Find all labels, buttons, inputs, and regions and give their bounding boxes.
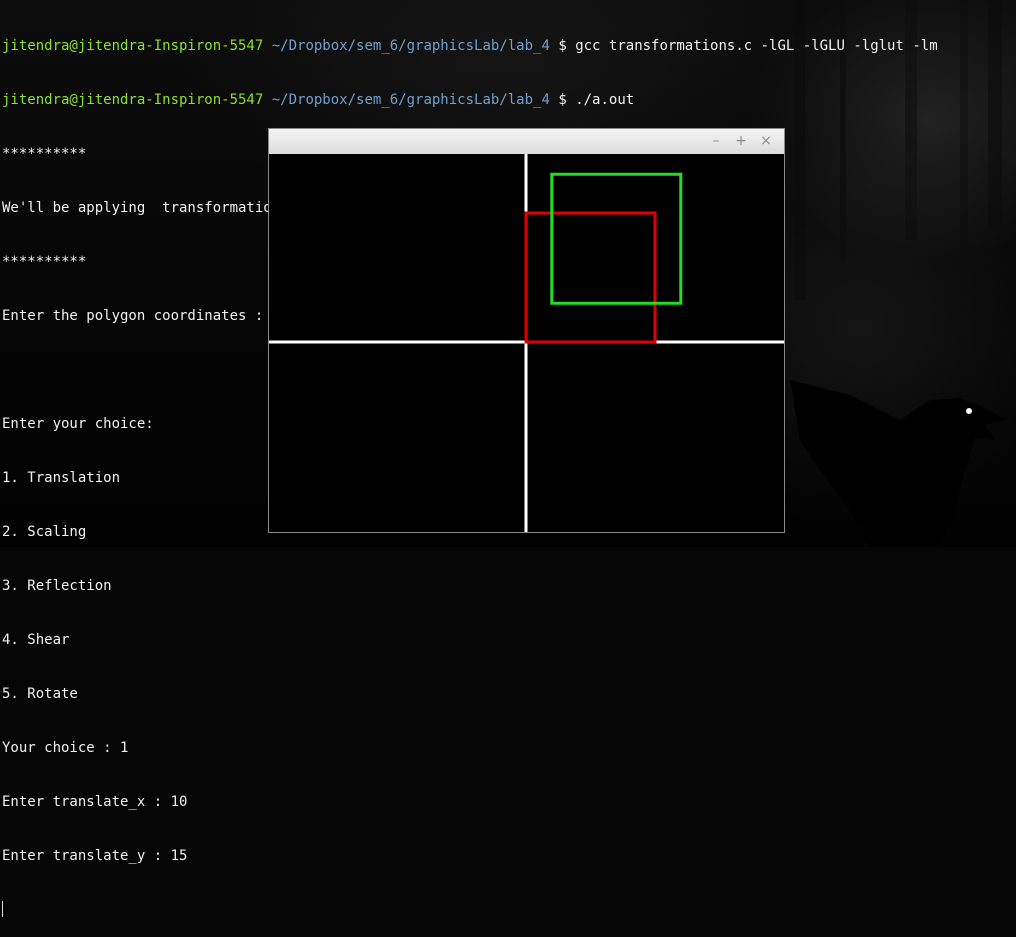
output-line: Enter translate_x : 10 [2,794,188,810]
minimize-button[interactable]: – [709,133,723,149]
prompt-user: jitendra@jitendra-Inspiron-5547 [2,38,264,54]
output-line: 4. Shear [2,632,70,648]
command-text: gcc transformations.c -lGL -lGLU -lglut … [566,38,938,54]
output-line: 5. Rotate [2,686,78,702]
terminal-prompt-line: jitendra@jitendra-Inspiron-5547 ~/Dropbo… [2,91,938,109]
output-line: Your choice : 1 [2,740,129,756]
terminal-input-line[interactable] [2,901,938,919]
output-line: Enter translate_y : 15 [2,848,188,864]
prompt-symbol: $ [558,92,567,108]
prompt-symbol: $ [558,38,567,54]
glut-window[interactable]: – + × [268,128,785,533]
prompt-user: jitendra@jitendra-Inspiron-5547 [2,92,264,108]
prompt-path: ~/Dropbox/sem_6/graphicsLab/lab_4 [271,38,550,54]
text-cursor [2,901,3,917]
output-line: 3. Reflection [2,578,112,594]
prompt-path: ~/Dropbox/sem_6/graphicsLab/lab_4 [271,92,550,108]
terminal-prompt-line: jitendra@jitendra-Inspiron-5547 ~/Dropbo… [2,37,938,55]
maximize-button[interactable]: + [734,133,748,149]
window-titlebar[interactable]: – + × [269,129,784,155]
opengl-canvas[interactable] [269,154,784,532]
command-text: ./a.out [566,92,635,108]
close-button[interactable]: × [759,133,773,149]
